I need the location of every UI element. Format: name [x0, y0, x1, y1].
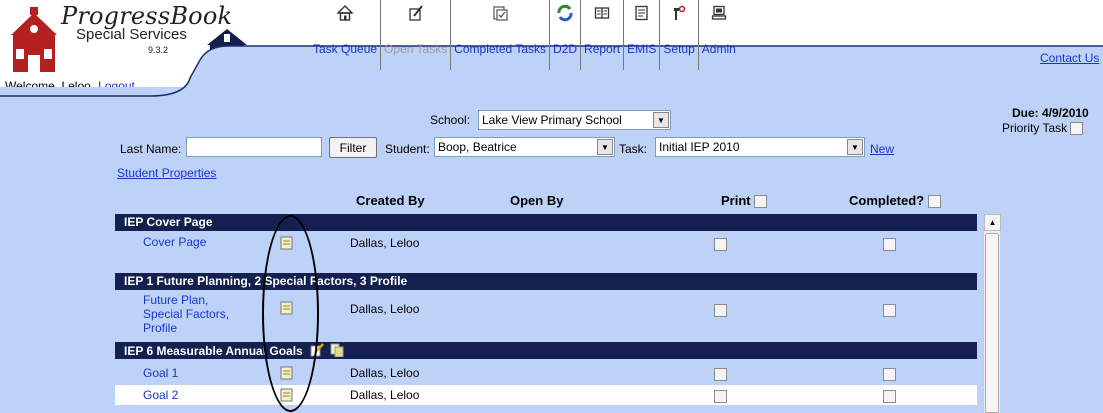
main-toolbar: Task Queue Open Tasks Completed Tasks D2…: [310, 0, 739, 70]
print-checkbox[interactable]: [714, 303, 727, 318]
created-by: Dallas, Leloo: [350, 236, 420, 250]
school-label: School:: [430, 113, 471, 127]
due-date: Due: 4/9/2010: [1012, 106, 1089, 120]
section-header: IEP 6 Measurable Annual Goals: [115, 342, 977, 359]
vertical-scrollbar[interactable]: ▲: [983, 214, 1001, 413]
chevron-down-icon: ▼: [597, 139, 613, 155]
task-link[interactable]: Future Plan, Special Factors, Profile: [143, 293, 243, 335]
section-header: IEP Cover Page: [115, 214, 977, 231]
new-task-link[interactable]: New: [870, 142, 894, 156]
scroll-thumb[interactable]: [985, 233, 999, 413]
student-properties-link[interactable]: Student Properties: [117, 166, 216, 180]
school-select-value: Lake View Primary School: [482, 113, 622, 127]
last-name-input[interactable]: [186, 137, 322, 157]
table-row: Future Plan, Special Factors, Profile Da…: [115, 291, 977, 335]
chevron-down-icon: ▼: [847, 139, 863, 155]
last-name-label: Last Name:: [120, 142, 182, 156]
completed-icon: [489, 2, 511, 24]
highlight-ellipse: [262, 215, 319, 412]
print-header-label: Print: [721, 193, 751, 208]
school-select[interactable]: Lake View Primary School ▼: [478, 110, 671, 130]
created-by: Dallas, Leloo: [350, 388, 420, 402]
task-label: Task:: [619, 142, 648, 156]
student-label: Student:: [385, 142, 430, 156]
section-header: IEP 1 Future Planning, 2 Special Factors…: [115, 273, 977, 290]
task-select[interactable]: Initial IEP 2010 ▼: [655, 137, 865, 157]
report-button[interactable]: Report: [581, 0, 625, 70]
d2d-button[interactable]: D2D: [550, 0, 582, 70]
priority-task-label: Priority Task: [1002, 121, 1068, 135]
task-queue-button[interactable]: Task Queue: [310, 0, 382, 70]
priority-task: Priority Task: [1002, 121, 1084, 136]
print-checkbox[interactable]: [714, 237, 727, 252]
completed-checkbox[interactable]: [883, 237, 896, 252]
task-link[interactable]: Goal 1: [143, 366, 178, 380]
home-icon: [334, 2, 356, 24]
student-select[interactable]: Boop, Beatrice ▼: [434, 137, 615, 157]
setup-button[interactable]: Setup: [660, 0, 699, 70]
table-row: Goal 2 Dallas, Leloo: [115, 385, 977, 405]
task-link[interactable]: Cover Page: [143, 235, 206, 249]
refresh-icon: [554, 2, 576, 24]
open-tasks-label: Open Tasks: [384, 42, 448, 56]
completed-tasks-label: Completed Tasks: [454, 42, 547, 56]
completed-header-label: Completed?: [849, 193, 925, 208]
table-row: Goal 1 Dallas, Leloo: [115, 360, 977, 385]
completed-checkbox[interactable]: [883, 367, 896, 382]
completed-checkbox[interactable]: [883, 303, 896, 318]
emis-button[interactable]: EMIS: [624, 0, 661, 70]
scroll-up-icon[interactable]: ▲: [984, 214, 1001, 231]
admin-button[interactable]: Admin: [699, 0, 739, 70]
print-all-checkbox[interactable]: [754, 195, 768, 209]
emis-label: EMIS: [627, 42, 657, 56]
setup-icon: [668, 2, 690, 24]
print-checkbox[interactable]: [714, 367, 727, 382]
table-row: Cover Page Dallas, Leloo: [115, 232, 977, 256]
created-by-header: Created By: [356, 193, 425, 208]
print-checkbox[interactable]: [714, 389, 727, 404]
task-link[interactable]: Goal 2: [143, 388, 178, 402]
chevron-down-icon: ▼: [653, 112, 669, 128]
copy-goals-icon[interactable]: [330, 343, 344, 358]
priority-task-checkbox[interactable]: [1070, 122, 1084, 136]
completed-all-checkbox[interactable]: [927, 195, 941, 209]
created-by: Dallas, Leloo: [350, 302, 420, 316]
admin-label: Admin: [701, 42, 736, 56]
d2d-label: D2D: [553, 42, 578, 56]
student-select-value: Boop, Beatrice: [438, 140, 517, 154]
task-select-value: Initial IEP 2010: [659, 140, 740, 154]
filter-button[interactable]: Filter: [329, 137, 377, 158]
open-tasks-button[interactable]: Open Tasks: [381, 0, 452, 70]
completed-header: Completed?: [849, 193, 941, 209]
admin-icon: [708, 2, 730, 24]
report-label: Report: [584, 42, 621, 56]
completed-checkbox[interactable]: [883, 389, 896, 404]
contact-us-link[interactable]: Contact Us: [1040, 51, 1099, 65]
created-by: Dallas, Leloo: [350, 366, 420, 380]
setup-label: Setup: [663, 42, 695, 56]
completed-tasks-button[interactable]: Completed Tasks: [451, 0, 551, 70]
open-by-header: Open By: [510, 193, 564, 208]
print-header: Print: [721, 193, 768, 209]
edit-icon: [405, 2, 427, 24]
report-icon: [591, 2, 613, 24]
emis-icon: [631, 2, 653, 24]
task-queue-label: Task Queue: [313, 42, 378, 56]
